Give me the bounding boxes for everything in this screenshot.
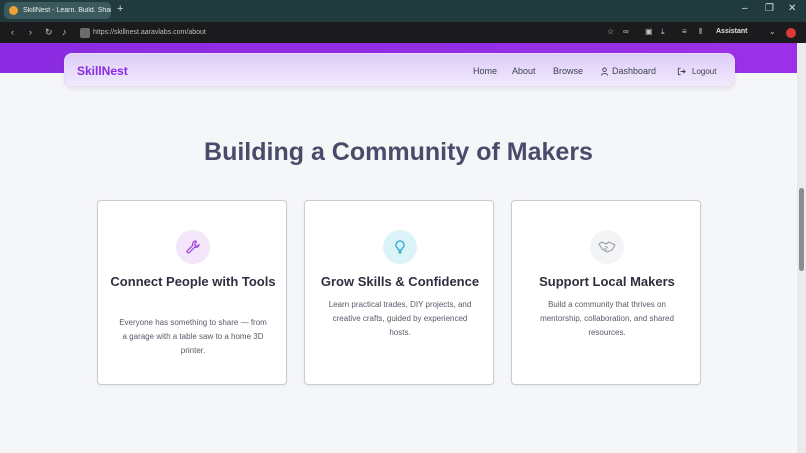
user-icon bbox=[600, 66, 609, 76]
feature-card-grow: Grow Skills & Confidence Learn practical… bbox=[304, 200, 494, 385]
close-window-button[interactable]: ✕ bbox=[788, 3, 796, 14]
nav-about-link[interactable]: About bbox=[512, 66, 536, 76]
wrench-icon bbox=[176, 230, 210, 264]
tab-title: SkillNest - Learn. Build. Share. bbox=[23, 7, 111, 14]
microphone-icon[interactable]: ♪ bbox=[62, 27, 67, 37]
back-icon[interactable]: ‹ bbox=[11, 27, 14, 37]
feature-card-connect: Connect People with Tools Everyone has s… bbox=[97, 200, 287, 385]
new-tab-button[interactable]: + bbox=[117, 3, 123, 15]
address-bar[interactable]: https://skillnest.aaravlabs.com/about bbox=[80, 26, 206, 39]
card-description: Build a community that thrives on mentor… bbox=[540, 300, 674, 337]
nav-home-link[interactable]: Home bbox=[473, 66, 497, 76]
minimize-button[interactable]: – bbox=[742, 3, 748, 14]
feature-card-support: Support Local Makers Build a community t… bbox=[511, 200, 701, 385]
card-description: Learn practical trades, DIY projects, an… bbox=[328, 300, 472, 337]
extensions-icon[interactable]: ▣ bbox=[645, 27, 653, 36]
reload-icon[interactable]: ↻ bbox=[45, 27, 53, 38]
chevron-down-icon[interactable]: ⌄ bbox=[769, 27, 776, 36]
card-title: Connect People with Tools bbox=[110, 274, 276, 289]
site-info-icon[interactable] bbox=[80, 27, 90, 38]
reading-list-icon[interactable]: ≡ bbox=[682, 27, 687, 36]
nav-logout-link[interactable]: Logout bbox=[677, 67, 716, 76]
handshake-icon bbox=[590, 230, 624, 264]
forward-icon[interactable]: › bbox=[29, 27, 32, 37]
restore-button[interactable]: ❐ bbox=[765, 3, 774, 14]
assistant-button[interactable]: Assistant bbox=[716, 28, 748, 35]
page-scrollbar[interactable] bbox=[797, 43, 806, 453]
brand-logo[interactable]: SkillNest bbox=[77, 64, 128, 78]
browser-toolbar: ‹ › ↻ ♪ https://skillnest.aaravlabs.com/… bbox=[0, 22, 806, 43]
site-favicon-icon bbox=[9, 6, 18, 15]
url-text: https://skillnest.aaravlabs.com/about bbox=[93, 29, 206, 36]
card-description: Everyone has something to share — from a… bbox=[119, 318, 267, 355]
nav-browse-link[interactable]: Browse bbox=[553, 66, 583, 76]
card-title: Support Local Makers bbox=[539, 274, 675, 289]
logout-icon bbox=[677, 67, 686, 76]
nav-logout-label: Logout bbox=[692, 67, 717, 76]
browser-tab-bar: SkillNest - Learn. Build. Share. + – ❐ ✕ bbox=[0, 0, 806, 22]
card-title: Grow Skills & Confidence bbox=[320, 274, 480, 289]
browser-tab[interactable]: SkillNest - Learn. Build. Share. bbox=[4, 2, 111, 19]
nav-dashboard-label: Dashboard bbox=[612, 66, 657, 76]
nav-dashboard-link[interactable]: Dashboard bbox=[600, 66, 656, 76]
download-icon[interactable]: ⤓ bbox=[661, 27, 665, 37]
scrollbar-thumb[interactable] bbox=[799, 188, 804, 271]
lightbulb-icon bbox=[383, 230, 417, 264]
audio-icon[interactable]: ⦀ bbox=[699, 27, 703, 37]
site-navbar: SkillNest Home About Browse Dashboard Lo… bbox=[64, 53, 735, 87]
page-headline: Building a Community of Makers bbox=[204, 138, 593, 166]
share-link-icon[interactable]: ∞ bbox=[623, 27, 629, 36]
bookmark-star-icon[interactable]: ☆ bbox=[607, 27, 614, 36]
profile-avatar[interactable] bbox=[786, 28, 796, 38]
